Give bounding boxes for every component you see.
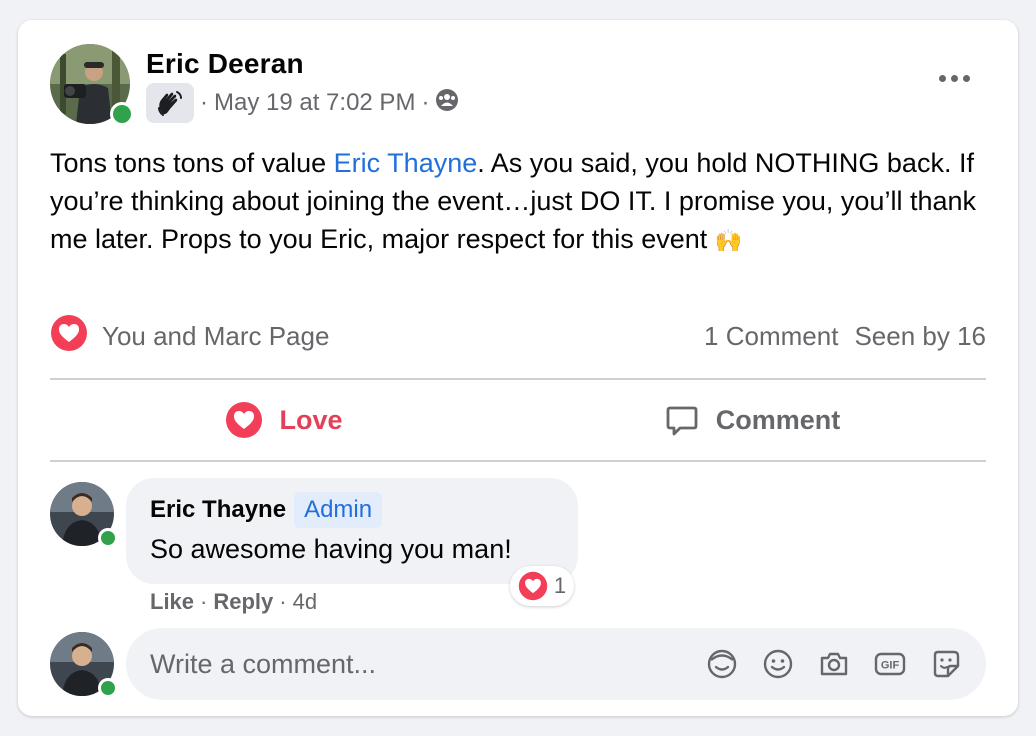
- author-avatar[interactable]: [50, 44, 134, 126]
- love-reaction-icon: [518, 571, 548, 601]
- comment-text: So awesome having you man!: [150, 534, 512, 564]
- composer-tools: GIF: [704, 646, 964, 682]
- online-status-dot: [110, 102, 134, 126]
- comment-reaction-badge[interactable]: 1: [510, 566, 574, 606]
- more-options-icon[interactable]: [934, 66, 974, 90]
- comment-actions: Like · Reply · 4d: [150, 586, 317, 618]
- meta-separator: ·: [421, 89, 430, 116]
- love-label: Love: [279, 404, 343, 435]
- post-card: Eric Deeran · May 19 at 7:02 PM · Tons t…: [18, 20, 1018, 716]
- camera-icon[interactable]: [816, 646, 852, 682]
- post-text-start: Tons tons tons of value: [50, 148, 334, 178]
- divider: [50, 460, 986, 462]
- comment-age[interactable]: 4d: [293, 589, 317, 615]
- comment-icon: [666, 406, 698, 436]
- comment-reply-button[interactable]: Reply: [213, 589, 273, 615]
- post-body: Tons tons tons of value Eric Thayne. As …: [50, 144, 1000, 260]
- comment-bubble: Eric Thayne Admin So awesome having you …: [126, 478, 578, 584]
- comment-input[interactable]: [150, 648, 670, 680]
- comment-reaction-count: 1: [553, 573, 567, 598]
- reactors-names[interactable]: You and Marc Page: [102, 321, 329, 352]
- online-status-dot: [98, 528, 118, 548]
- group-audience-icon[interactable]: [435, 88, 459, 119]
- comment-author-name[interactable]: Eric Thayne: [150, 496, 286, 524]
- waving-hand-icon[interactable]: [146, 83, 194, 123]
- comment-separator: ·: [200, 589, 208, 614]
- post-timestamp[interactable]: May 19 at 7:02 PM: [214, 89, 415, 117]
- raised-hands-emoji: 🙌: [714, 228, 743, 253]
- comment-separator: ·: [279, 589, 287, 614]
- emoji-icon[interactable]: [760, 646, 796, 682]
- comment-like-button[interactable]: Like: [150, 589, 194, 615]
- divider: [50, 378, 986, 380]
- love-icon: [226, 402, 263, 438]
- mention-link[interactable]: Eric Thayne: [334, 148, 478, 178]
- online-status-dot: [98, 678, 118, 698]
- post-actions: Love Comment: [50, 382, 986, 458]
- post-meta: · May 19 at 7:02 PM ·: [146, 83, 459, 123]
- gif-icon[interactable]: GIF: [872, 646, 908, 682]
- sticker-icon[interactable]: [928, 646, 964, 682]
- seen-by-count[interactable]: Seen by 16: [854, 321, 986, 352]
- comment-count[interactable]: 1 Comment: [704, 321, 838, 352]
- avatar-sticker-icon[interactable]: [704, 646, 740, 682]
- comment-composer: GIF: [126, 628, 986, 700]
- current-user-avatar[interactable]: [50, 632, 118, 698]
- meta-separator: ·: [200, 89, 208, 116]
- reactions-summary: You and Marc Page 1 Comment Seen by 16: [50, 314, 986, 359]
- admin-badge[interactable]: Admin: [294, 492, 383, 528]
- comment-label: Comment: [715, 404, 841, 435]
- love-reaction-icon[interactable]: [50, 314, 88, 359]
- post-author-name[interactable]: Eric Deeran: [146, 48, 304, 80]
- love-button[interactable]: Love: [50, 382, 518, 458]
- commenter-avatar[interactable]: [50, 482, 118, 548]
- svg-text:GIF: GIF: [881, 660, 900, 672]
- comment-button[interactable]: Comment: [518, 382, 986, 458]
